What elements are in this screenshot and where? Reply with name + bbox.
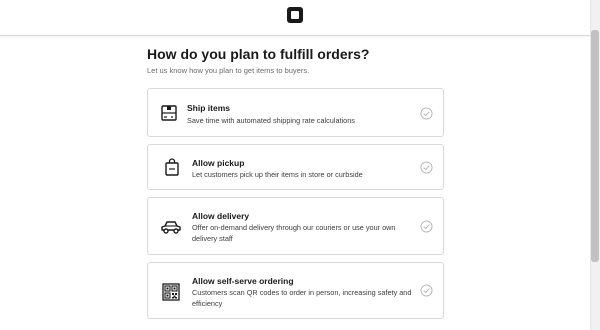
qr-code-icon — [162, 283, 180, 301]
option-title: Allow delivery — [192, 211, 250, 221]
top-bar — [0, 0, 590, 36]
shopping-bag-icon — [165, 158, 179, 176]
option-allow-pickup[interactable]: Allow pickup Let customers pick up their… — [147, 144, 444, 190]
option-allow-delivery[interactable]: Allow delivery Offer on-demand delivery … — [147, 197, 444, 255]
option-description: Save time with automated shipping rate c… — [187, 116, 355, 125]
option-title: Allow self-serve ordering — [192, 276, 294, 286]
option-title: Ship items — [187, 103, 230, 113]
option-title: Allow pickup — [192, 158, 245, 168]
check-circle-icon[interactable] — [420, 220, 433, 233]
option-description: Customers scan QR codes to order in pers… — [192, 288, 412, 308]
check-circle-icon[interactable] — [420, 107, 433, 120]
car-icon — [161, 221, 181, 234]
page-title: How do you plan to fulfill orders? — [147, 46, 370, 62]
scrollbar-thumb[interactable] — [591, 30, 599, 262]
option-description: Offer on-demand delivery through our cou… — [192, 223, 396, 243]
check-circle-icon[interactable] — [420, 161, 433, 174]
option-allow-self-serve-ordering[interactable]: Allow self-serve ordering Customers scan… — [147, 262, 444, 319]
scrollbar[interactable] — [590, 0, 600, 330]
page-subtitle: Let us know how you plan to get items to… — [147, 66, 310, 75]
option-ship-items[interactable]: Ship items Save time with automated ship… — [147, 88, 444, 137]
check-circle-icon[interactable] — [420, 284, 433, 297]
package-icon — [161, 105, 177, 121]
option-description: Let customers pick up their items in sto… — [192, 170, 363, 179]
square-logo-icon[interactable] — [286, 6, 304, 24]
